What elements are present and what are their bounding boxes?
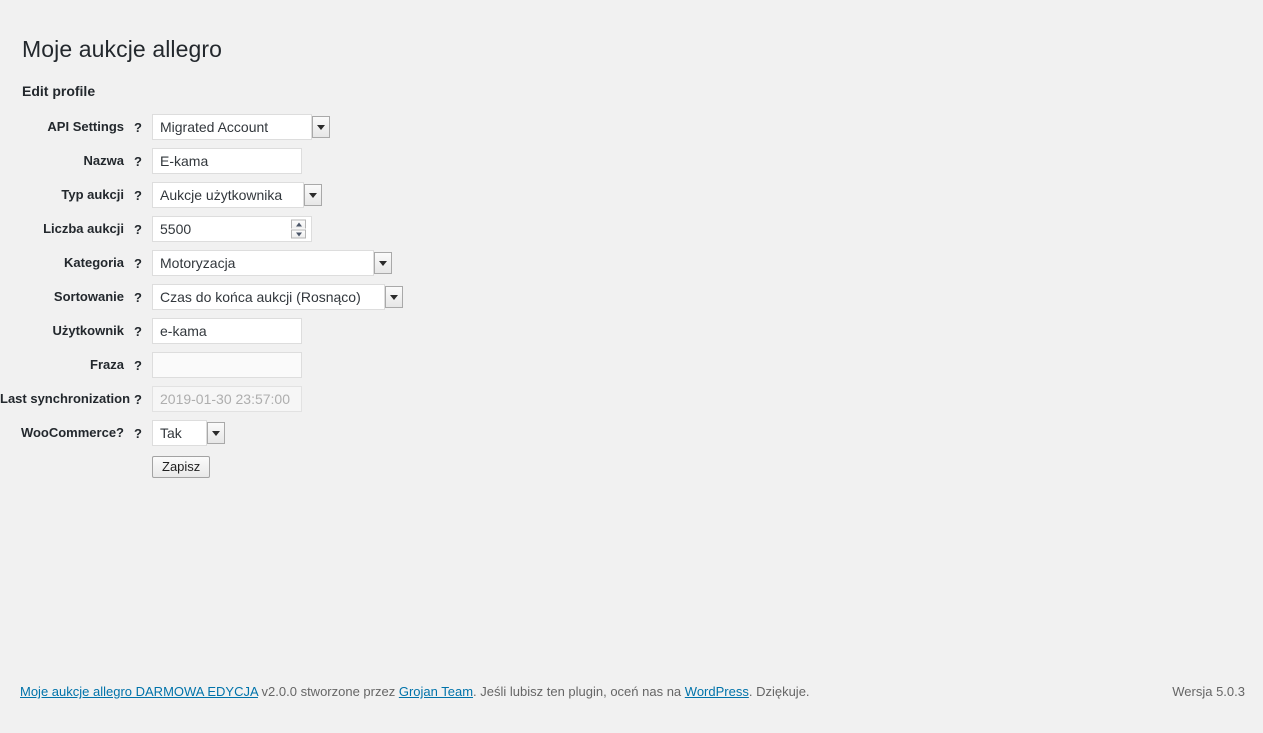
help-icon-nazwa[interactable]: ?: [124, 154, 152, 169]
select-sortowanie-box[interactable]: Czas do końca aukcji (Rosnąco): [152, 284, 385, 310]
select-api-settings-box[interactable]: Migrated Account: [152, 114, 312, 140]
page-title: Moje aukcje allegro: [22, 36, 223, 63]
field-nazwa: [152, 148, 302, 174]
select-api-settings[interactable]: Migrated Account: [152, 114, 332, 140]
label-fraza: Fraza: [90, 357, 124, 372]
form-row-uzytkownik: Użytkownik ?: [0, 314, 1263, 348]
uzytkownik-input[interactable]: [152, 318, 302, 344]
label-woocommerce: WooCommerce?: [20, 425, 124, 440]
form-row-sortowanie: Sortowanie ? Czas do końca aukcji (Rosną…: [0, 280, 1263, 314]
help-icon-uzytkownik[interactable]: ?: [124, 324, 152, 339]
label-uzytkownik: Użytkownik: [52, 323, 124, 338]
select-woocommerce[interactable]: Tak: [152, 420, 227, 446]
select-sortowanie[interactable]: Czas do końca aukcji (Rosnąco): [152, 284, 405, 310]
footer-credits: Moje aukcje allegro DARMOWA EDYCJA v2.0.…: [20, 683, 810, 701]
spinner-controls[interactable]: [291, 219, 306, 239]
fraza-input[interactable]: [152, 352, 302, 378]
form-row-fraza: Fraza ?: [0, 348, 1263, 382]
footer-version: Wersja 5.0.3: [1172, 684, 1245, 699]
section-title: Edit profile: [22, 82, 96, 99]
field-typ-aukcji: Aukcje użytkownika: [152, 182, 324, 208]
select-typ-aukcji-box[interactable]: Aukcje użytkownika: [152, 182, 304, 208]
liczba-aukcji-stepper[interactable]: [152, 216, 312, 242]
label-api-settings: API Settings: [47, 119, 124, 134]
footer-text-2: . Jeśli lubisz ten plugin, oceń nas na: [473, 684, 685, 699]
field-woocommerce: Tak: [152, 420, 227, 446]
spinner-up-icon[interactable]: [291, 219, 306, 229]
label-sortowanie: Sortowanie: [53, 289, 124, 304]
label-last-synchronization: Last synchronization: [0, 391, 131, 406]
field-uzytkownik: [152, 318, 302, 344]
select-woocommerce-box[interactable]: Tak: [152, 420, 207, 446]
help-icon-kategoria[interactable]: ?: [124, 256, 152, 271]
form-row-nazwa: Nazwa ?: [0, 144, 1263, 178]
chevron-down-icon[interactable]: [304, 184, 322, 206]
footer-link-grojan-team[interactable]: Grojan Team: [399, 684, 473, 699]
form-row-woocommerce: WooCommerce? ? Tak: [0, 416, 1263, 450]
form-row-api-settings: API Settings ? Migrated Account: [0, 110, 1263, 144]
nazwa-input[interactable]: [152, 148, 302, 174]
help-icon-liczba-aukcji[interactable]: ?: [124, 222, 152, 237]
select-kategoria[interactable]: Motoryzacja: [152, 250, 394, 276]
edit-profile-form: API Settings ? Migrated Account Nazwa ? …: [0, 110, 1263, 484]
label-nazwa: Nazwa: [83, 153, 124, 168]
last-synchronization-input: [152, 386, 302, 412]
help-icon-sortowanie[interactable]: ?: [124, 290, 152, 305]
field-api-settings: Migrated Account: [152, 114, 332, 140]
select-typ-aukcji[interactable]: Aukcje użytkownika: [152, 182, 324, 208]
form-row-submit: Zapisz: [0, 450, 1263, 484]
chevron-down-icon[interactable]: [207, 422, 225, 444]
chevron-down-icon[interactable]: [385, 286, 403, 308]
chevron-down-icon[interactable]: [312, 116, 330, 138]
help-icon-woocommerce[interactable]: ?: [124, 426, 152, 441]
select-sortowanie-value: Czas do końca aukcji (Rosnąco): [160, 289, 361, 305]
save-button[interactable]: Zapisz: [152, 456, 211, 478]
help-icon-typ-aukcji[interactable]: ?: [124, 188, 152, 203]
help-icon-last-synchronization[interactable]: ?: [124, 392, 152, 407]
form-row-kategoria: Kategoria ? Motoryzacja: [0, 246, 1263, 280]
footer-link-plugin[interactable]: Moje aukcje allegro DARMOWA EDYCJA: [20, 684, 258, 699]
help-icon-fraza[interactable]: ?: [124, 358, 152, 373]
footer-text-1: v2.0.0 stworzone przez: [257, 684, 399, 699]
select-kategoria-box[interactable]: Motoryzacja: [152, 250, 374, 276]
footer: Moje aukcje allegro DARMOWA EDYCJA v2.0.…: [0, 673, 1263, 733]
form-row-typ-aukcji: Typ aukcji ? Aukcje użytkownika: [0, 178, 1263, 212]
field-sortowanie: Czas do końca aukcji (Rosnąco): [152, 284, 405, 310]
label-typ-aukcji: Typ aukcji: [61, 187, 124, 202]
select-woocommerce-value: Tak: [160, 425, 182, 441]
field-kategoria: Motoryzacja: [152, 250, 394, 276]
form-row-last-synchronization: Last synchronization ?: [0, 382, 1263, 416]
footer-text-3: . Dziękuje.: [748, 684, 810, 699]
liczba-aukcji-input[interactable]: [152, 216, 312, 242]
field-liczba-aukcji: [152, 216, 312, 242]
label-kategoria: Kategoria: [64, 255, 124, 270]
footer-link-wordpress[interactable]: WordPress: [685, 684, 749, 699]
select-typ-aukcji-value: Aukcje użytkownika: [160, 187, 283, 203]
label-liczba-aukcji: Liczba aukcji: [43, 221, 124, 236]
field-fraza: [152, 352, 302, 378]
field-last-synchronization: [152, 386, 302, 412]
select-kategoria-value: Motoryzacja: [160, 255, 236, 271]
select-api-settings-value: Migrated Account: [160, 119, 269, 135]
field-submit: Zapisz: [152, 456, 211, 478]
chevron-down-icon[interactable]: [374, 252, 392, 274]
spinner-down-icon[interactable]: [291, 229, 306, 239]
form-row-liczba-aukcji: Liczba aukcji ?: [0, 212, 1263, 246]
help-icon-api-settings[interactable]: ?: [124, 120, 152, 135]
